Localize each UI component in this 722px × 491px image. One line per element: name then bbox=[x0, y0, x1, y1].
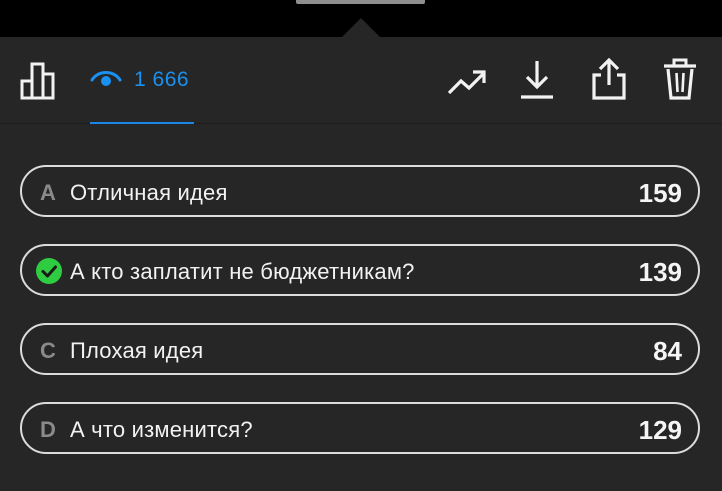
option-letter: A bbox=[40, 180, 56, 205]
app-screen: 1 666 A Отличная идея 159 А кто заплатит… bbox=[0, 0, 722, 491]
poll-stats-panel: 1 666 A Отличная идея 159 А кто заплатит… bbox=[0, 37, 722, 491]
option-letter: D bbox=[40, 417, 56, 442]
views-count: 1 666 bbox=[134, 68, 190, 91]
option-count: 129 bbox=[638, 415, 682, 445]
option-count: 159 bbox=[638, 178, 682, 208]
eye-icon bbox=[90, 71, 122, 86]
poll-option-c[interactable]: C Плохая идея 84 bbox=[20, 323, 700, 375]
tab-active-underline bbox=[90, 122, 194, 124]
option-label: А кто заплатит не бюджетникам? bbox=[70, 259, 415, 284]
option-label: А что изменится? bbox=[70, 417, 253, 442]
share-icon[interactable] bbox=[590, 57, 628, 101]
popover-pointer bbox=[341, 18, 381, 38]
toolbar: 1 666 bbox=[0, 37, 722, 124]
trash-icon[interactable] bbox=[662, 57, 698, 101]
option-letter: C bbox=[40, 338, 56, 363]
sheet-handle[interactable] bbox=[296, 0, 425, 4]
option-label: Плохая идея bbox=[70, 338, 204, 363]
check-circle-icon bbox=[36, 258, 62, 284]
download-icon[interactable] bbox=[519, 59, 555, 101]
option-count: 139 bbox=[638, 257, 682, 287]
option-count: 84 bbox=[653, 336, 682, 366]
poll-option-a[interactable]: A Отличная идея 159 bbox=[20, 165, 700, 217]
tab-views[interactable]: 1 666 bbox=[90, 37, 194, 124]
poll-option-d[interactable]: D А что изменится? 129 bbox=[20, 402, 700, 454]
option-label: Отличная идея bbox=[70, 180, 228, 205]
poll-options: A Отличная идея 159 А кто заплатит не бю… bbox=[20, 165, 700, 481]
trending-up-icon[interactable] bbox=[446, 65, 488, 99]
bar-chart-icon[interactable] bbox=[20, 61, 62, 101]
poll-option-b[interactable]: А кто заплатит не бюджетникам? 139 bbox=[20, 244, 700, 296]
